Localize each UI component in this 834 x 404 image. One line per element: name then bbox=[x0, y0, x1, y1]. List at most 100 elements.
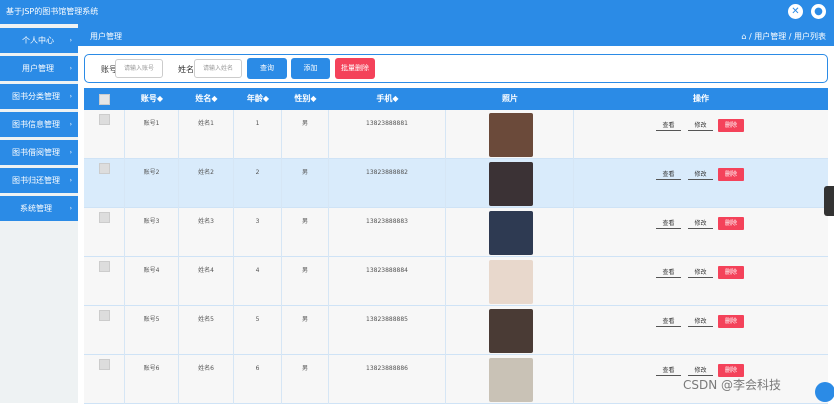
sidebar-item-label: 用户管理 bbox=[22, 64, 54, 73]
float-action-button[interactable] bbox=[815, 382, 834, 402]
select-cell bbox=[84, 159, 125, 208]
table-row[interactable]: 账号5 姓名5 5 男 13823888885 查看 修改 删除 bbox=[84, 306, 828, 355]
view-button[interactable]: 查看 bbox=[656, 120, 681, 131]
view-button[interactable]: 查看 bbox=[656, 365, 681, 376]
page-title: 用户管理 bbox=[90, 32, 122, 41]
account-input[interactable]: 请输入账号 bbox=[115, 59, 163, 78]
sidebar-item-label: 图书分类管理 bbox=[12, 92, 60, 101]
top-bar: 基于JSP的图书馆管理系统 ✕ ● bbox=[0, 0, 834, 24]
user-photo bbox=[489, 211, 533, 255]
phone-cell: 13823888884 bbox=[329, 257, 446, 306]
add-button[interactable]: 添加 bbox=[291, 58, 330, 79]
edit-button[interactable]: 修改 bbox=[688, 365, 713, 376]
name-cell: 姓名1 bbox=[179, 110, 234, 159]
gender-cell: 男 bbox=[282, 306, 329, 355]
delete-button[interactable]: 删除 bbox=[718, 217, 744, 230]
select-cell bbox=[84, 110, 125, 159]
user-photo bbox=[489, 113, 533, 157]
delete-button[interactable]: 删除 bbox=[718, 315, 744, 328]
row-checkbox[interactable] bbox=[99, 359, 110, 370]
row-checkbox[interactable] bbox=[99, 114, 110, 125]
table-row[interactable]: 账号4 姓名4 4 男 13823888884 查看 修改 删除 bbox=[84, 257, 828, 306]
edit-button[interactable]: 修改 bbox=[688, 218, 713, 229]
table-header-account[interactable]: 账号◆ bbox=[125, 88, 179, 110]
view-button[interactable]: 查看 bbox=[656, 169, 681, 180]
table-row[interactable]: 账号1 姓名1 1 男 13823888881 查看 修改 删除 bbox=[84, 110, 828, 159]
sidebar-item-label: 图书信息管理 bbox=[12, 120, 60, 129]
table-row[interactable]: 账号3 姓名3 3 男 13823888883 查看 修改 删除 bbox=[84, 208, 828, 257]
main-content: 用户管理 ⌂ / 用户管理 / 用户列表 账号 请输入账号 姓名 请输入姓名 查… bbox=[78, 24, 834, 404]
gender-cell: 男 bbox=[282, 159, 329, 208]
app-title: 基于JSP的图书馆管理系统 bbox=[6, 7, 99, 16]
phone-cell: 13823888882 bbox=[329, 159, 446, 208]
sidebar-item-book-return[interactable]: 图书归还管理 › bbox=[0, 168, 78, 193]
table-header-gender[interactable]: 性别◆ bbox=[282, 88, 329, 110]
actions-cell: 查看 修改 删除 bbox=[574, 208, 828, 257]
delete-button[interactable]: 删除 bbox=[718, 266, 744, 279]
row-checkbox[interactable] bbox=[99, 212, 110, 223]
account-cell: 账号5 bbox=[125, 306, 179, 355]
edit-button[interactable]: 修改 bbox=[688, 169, 713, 180]
account-cell: 账号1 bbox=[125, 110, 179, 159]
table-header-phone[interactable]: 手机◆ bbox=[329, 88, 446, 110]
row-checkbox[interactable] bbox=[99, 310, 110, 321]
table-header-name[interactable]: 姓名◆ bbox=[179, 88, 234, 110]
user-icon[interactable]: ● bbox=[811, 4, 826, 19]
view-button[interactable]: 查看 bbox=[656, 267, 681, 278]
batch-delete-button[interactable]: 批量删除 bbox=[335, 58, 375, 79]
edit-button[interactable]: 修改 bbox=[688, 120, 713, 131]
row-checkbox[interactable] bbox=[99, 163, 110, 174]
search-panel: 账号 请输入账号 姓名 请输入姓名 查询 添加 批量删除 bbox=[84, 54, 828, 83]
table-row[interactable]: 账号2 姓名2 2 男 13823888882 查看 修改 删除 bbox=[84, 159, 828, 208]
chevron-right-icon: › bbox=[69, 205, 72, 212]
gender-cell: 男 bbox=[282, 257, 329, 306]
sidebar-item-book-category[interactable]: 图书分类管理 › bbox=[0, 84, 78, 109]
name-input[interactable]: 请输入姓名 bbox=[194, 59, 242, 78]
view-button[interactable]: 查看 bbox=[656, 218, 681, 229]
photo-cell bbox=[446, 159, 574, 208]
row-checkbox[interactable] bbox=[99, 261, 110, 272]
account-cell: 账号4 bbox=[125, 257, 179, 306]
query-button[interactable]: 查询 bbox=[247, 58, 287, 79]
sidebar-item-label: 图书借阅管理 bbox=[12, 148, 60, 157]
delete-button[interactable]: 删除 bbox=[718, 168, 744, 181]
actions-cell: 查看 修改 删除 bbox=[574, 306, 828, 355]
user-photo bbox=[489, 358, 533, 402]
phone-cell: 13823888886 bbox=[329, 355, 446, 404]
phone-cell: 13823888881 bbox=[329, 110, 446, 159]
user-photo bbox=[489, 260, 533, 304]
sidebar-item-user-management[interactable]: 用户管理 › bbox=[0, 56, 78, 81]
breadcrumb[interactable]: ⌂ / 用户管理 / 用户列表 bbox=[741, 31, 826, 42]
sidebar-item-book-info[interactable]: 图书信息管理 › bbox=[0, 112, 78, 137]
sidebar: 个人中心 › 用户管理 › 图书分类管理 › 图书信息管理 › 图书借阅管理 ›… bbox=[0, 24, 78, 403]
delete-button[interactable]: 删除 bbox=[718, 119, 744, 132]
chevron-right-icon: › bbox=[69, 121, 72, 128]
sidebar-item-personal-center[interactable]: 个人中心 › bbox=[0, 28, 78, 53]
actions-cell: 查看 修改 删除 bbox=[574, 257, 828, 306]
account-cell: 账号2 bbox=[125, 159, 179, 208]
age-cell: 5 bbox=[234, 306, 282, 355]
view-button[interactable]: 查看 bbox=[656, 316, 681, 327]
edit-button[interactable]: 修改 bbox=[688, 316, 713, 327]
sidebar-item-book-borrow[interactable]: 图书借阅管理 › bbox=[0, 140, 78, 165]
drawer-tab[interactable] bbox=[824, 186, 834, 216]
sidebar-item-system[interactable]: 系统管理 › bbox=[0, 196, 78, 221]
name-cell: 姓名5 bbox=[179, 306, 234, 355]
select-all-checkbox[interactable] bbox=[99, 94, 110, 105]
photo-cell bbox=[446, 208, 574, 257]
age-cell: 6 bbox=[234, 355, 282, 404]
chevron-right-icon: › bbox=[69, 93, 72, 100]
close-circle-icon[interactable]: ✕ bbox=[788, 4, 803, 19]
account-cell: 账号6 bbox=[125, 355, 179, 404]
sidebar-item-label: 系统管理 bbox=[20, 204, 52, 213]
chevron-right-icon: › bbox=[69, 65, 72, 72]
edit-button[interactable]: 修改 bbox=[688, 267, 713, 278]
gender-cell: 男 bbox=[282, 208, 329, 257]
select-cell bbox=[84, 306, 125, 355]
watermark: CSDN @李会科技 bbox=[683, 378, 782, 392]
photo-cell bbox=[446, 306, 574, 355]
chevron-right-icon: › bbox=[69, 177, 72, 184]
table-header-age[interactable]: 年龄◆ bbox=[234, 88, 282, 110]
chevron-right-icon: › bbox=[69, 149, 72, 156]
photo-cell bbox=[446, 110, 574, 159]
